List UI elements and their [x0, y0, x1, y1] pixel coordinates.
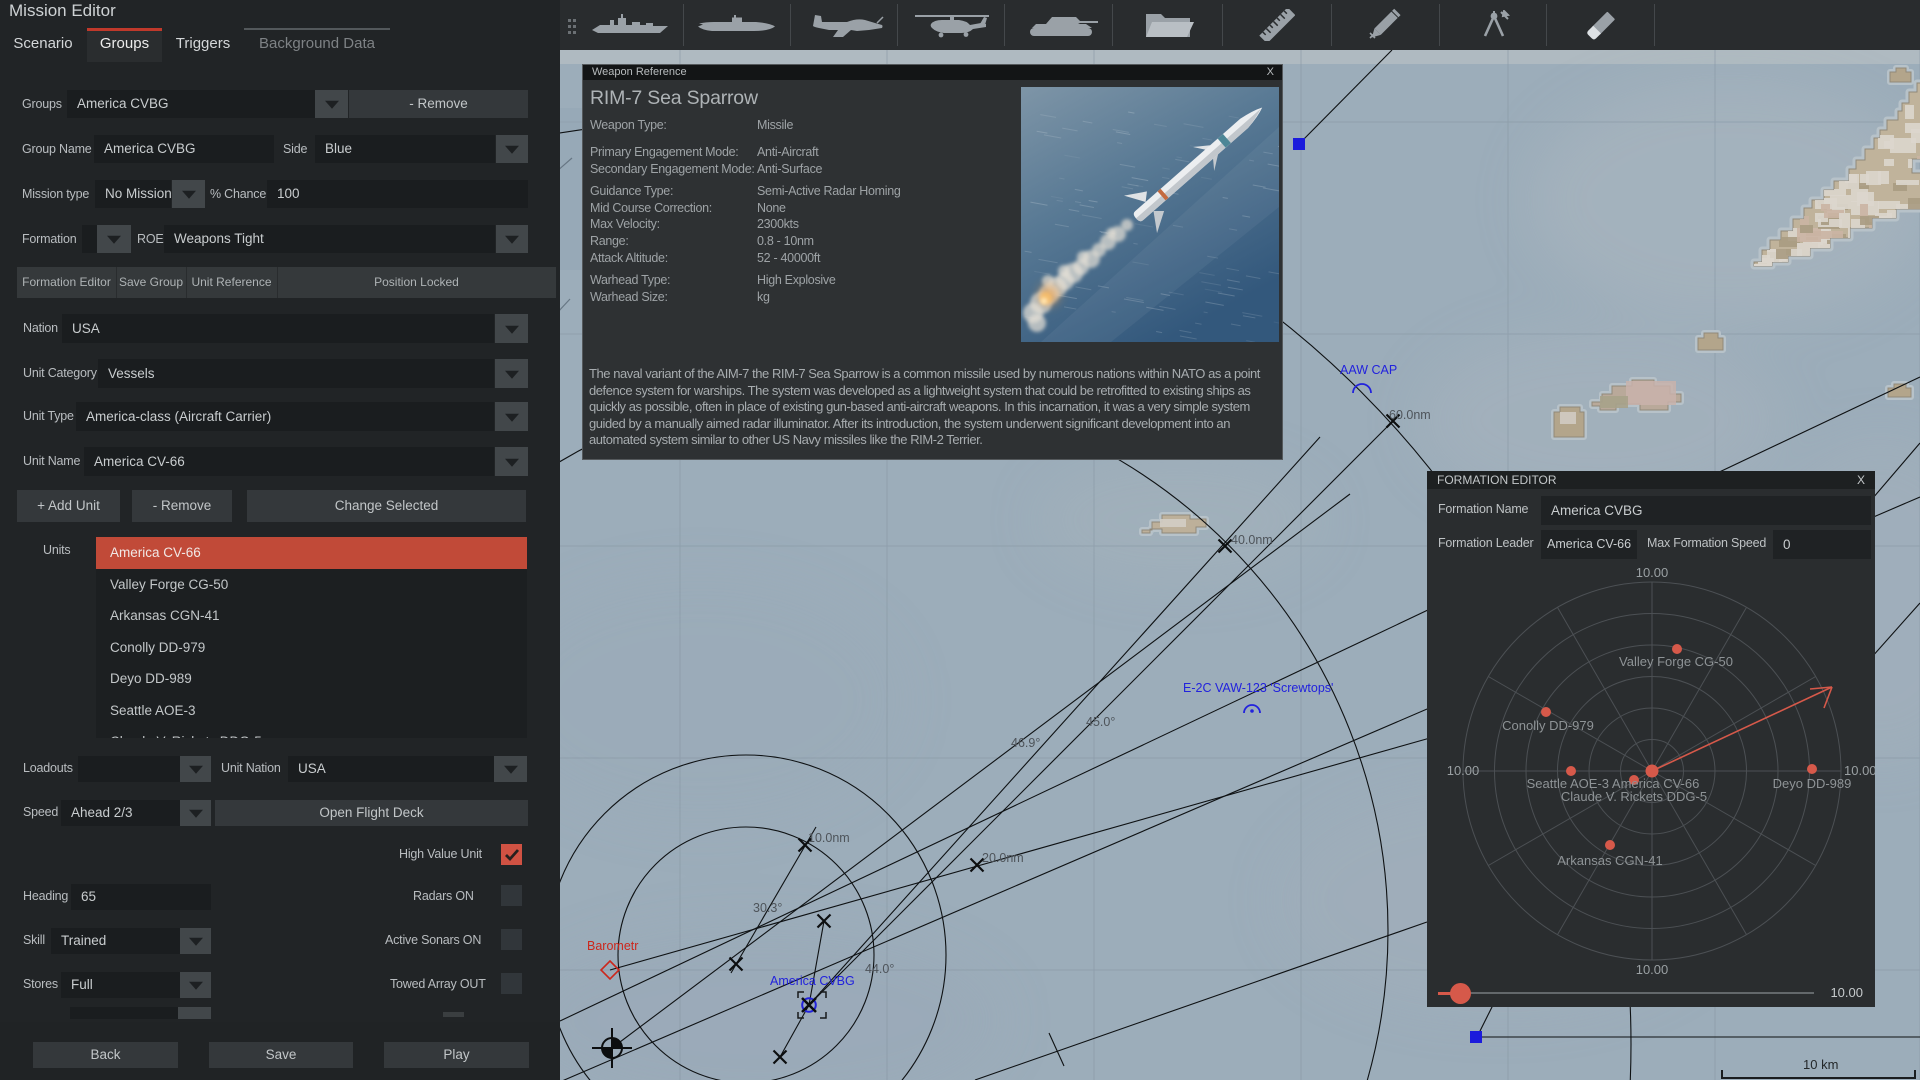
svg-text:60.0nm: 60.0nm — [1389, 408, 1431, 422]
svg-text:20.0nm: 20.0nm — [982, 851, 1024, 865]
svg-text:AAW CAP: AAW CAP — [1340, 363, 1397, 377]
svg-text:E-2C VAW-123 'Screwtops': E-2C VAW-123 'Screwtops' — [1183, 681, 1333, 695]
svg-text:46.9°: 46.9° — [1011, 736, 1040, 750]
svg-text:Valley Forge CG-50: Valley Forge CG-50 — [1619, 654, 1733, 669]
svg-text:Arkansas CGN-41: Arkansas CGN-41 — [1557, 853, 1662, 868]
svg-text:10.0nm: 10.0nm — [808, 831, 850, 845]
svg-text:Conolly DD-979: Conolly DD-979 — [1502, 718, 1594, 733]
svg-text:10 km: 10 km — [1803, 1057, 1838, 1072]
svg-text:Barometr: Barometr — [587, 939, 638, 953]
svg-text:40.0nm: 40.0nm — [1231, 533, 1273, 547]
svg-text:30.3°: 30.3° — [753, 901, 782, 915]
svg-text:45.0°: 45.0° — [1086, 715, 1115, 729]
svg-text:44.0°: 44.0° — [865, 962, 894, 976]
svg-text:Claude V. Rickets DDG-5: Claude V. Rickets DDG-5 — [1561, 789, 1707, 804]
svg-text:10.00: 10.00 — [1636, 565, 1669, 580]
svg-text:Deyo DD-989: Deyo DD-989 — [1773, 776, 1852, 791]
svg-text:10.00: 10.00 — [1636, 962, 1669, 977]
svg-text:America CVBG: America CVBG — [770, 974, 855, 988]
svg-text:10.00: 10.00 — [1447, 763, 1480, 778]
